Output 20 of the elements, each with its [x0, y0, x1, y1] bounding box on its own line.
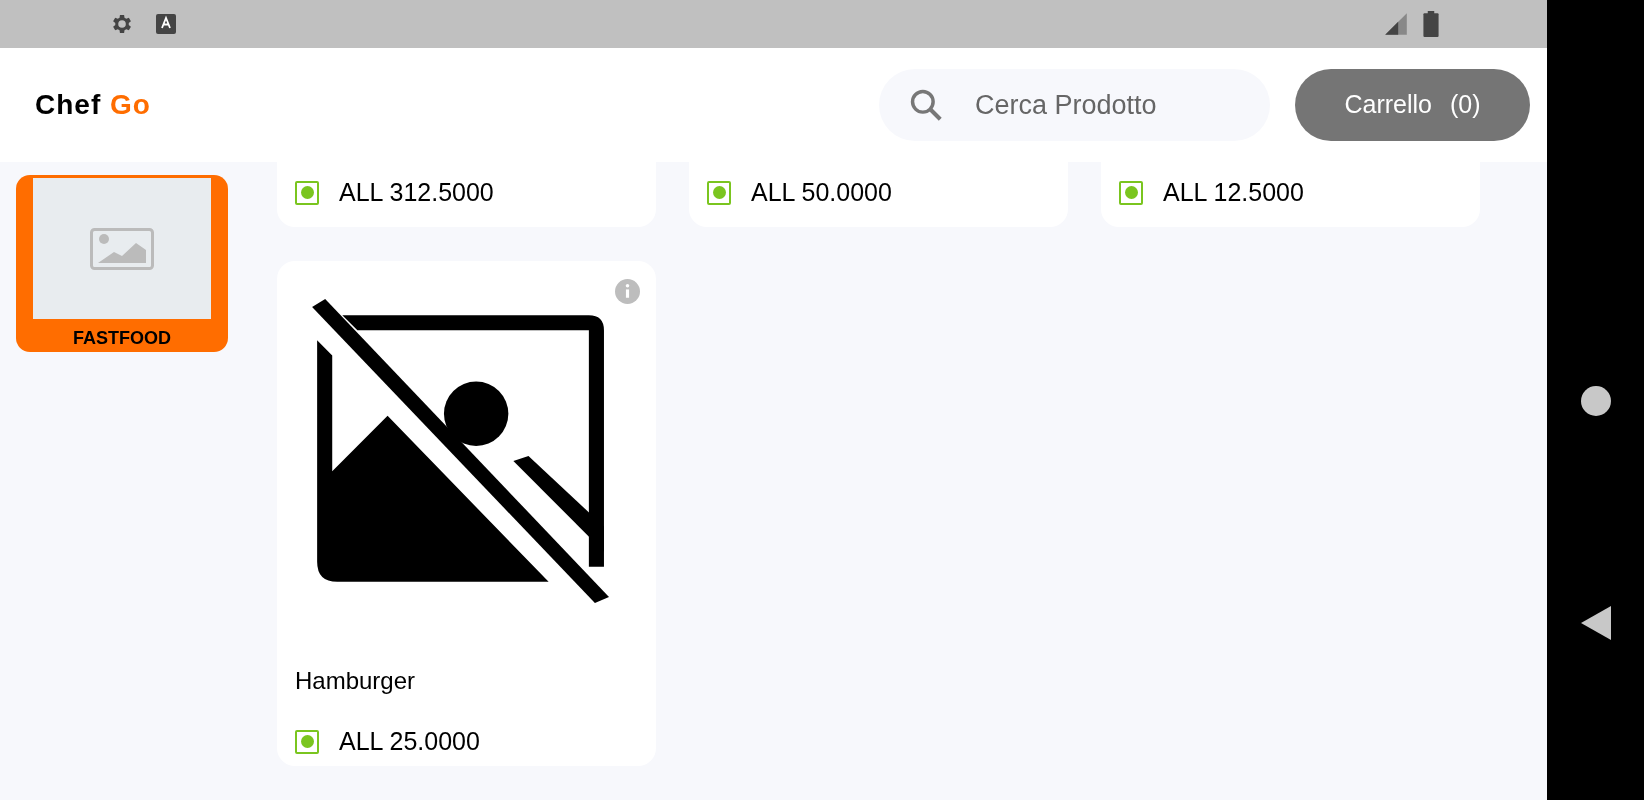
product-price: ALL 312.5000	[339, 177, 494, 208]
image-icon	[90, 227, 154, 270]
product-price: ALL 50.0000	[751, 177, 892, 208]
search-field[interactable]: Cerca Prodotto	[879, 69, 1270, 141]
app-logo: Chef Go	[35, 88, 151, 122]
product-name: Hamburger	[295, 666, 417, 696]
back-button[interactable]	[1580, 606, 1611, 640]
keyboard-app-icon	[156, 13, 176, 35]
product-card[interactable]: ALL 50.0000	[689, 162, 1068, 227]
product-price: ALL 12.5000	[1163, 177, 1304, 208]
product-card[interactable]: Hamburger ALL 25.0000	[277, 261, 656, 766]
home-button[interactable]	[1580, 386, 1611, 416]
signal-icon	[1383, 11, 1409, 37]
category-name: FASTFOOD	[73, 327, 171, 350]
cart-button[interactable]: Carrello (0)	[1295, 69, 1530, 141]
product-price: ALL 25.0000	[339, 726, 480, 757]
product-card[interactable]: ALL 12.5000	[1101, 162, 1480, 227]
battery-icon	[1423, 11, 1439, 37]
product-card[interactable]: ALL 312.5000	[277, 162, 656, 227]
category-tile[interactable]: FASTFOOD	[16, 175, 228, 352]
